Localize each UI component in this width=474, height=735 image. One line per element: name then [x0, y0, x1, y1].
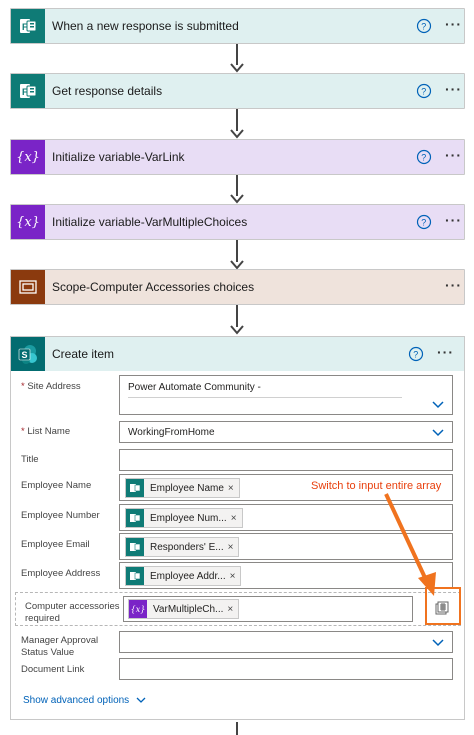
flow-step-get-response[interactable]: F Get response details ? ··· [10, 73, 465, 109]
connector-arrow [230, 129, 244, 139]
connector-line [236, 240, 238, 262]
show-advanced-options-link[interactable]: Show advanced options [23, 695, 146, 706]
manager-approval-label: Manager Approval Status Value [21, 635, 99, 658]
forms-icon [126, 479, 144, 497]
list-name-label: * List Name [21, 426, 71, 437]
help-icon[interactable]: ? [416, 18, 432, 34]
flow-step-scope[interactable]: Scope-Computer Accessories choices ··· [10, 269, 465, 305]
svg-text:?: ? [421, 87, 426, 97]
employee-email-label: Employee Email [21, 539, 90, 550]
manager-approval-dropdown[interactable] [119, 631, 453, 653]
dynamic-content-token[interactable]: Responders' E... × [125, 537, 240, 557]
connector-arrow [230, 325, 244, 335]
step-title: Initialize variable-VarMultipleChoices [52, 215, 248, 229]
svg-text:?: ? [421, 153, 426, 163]
computer-accessories-input[interactable]: {x} VarMultipleCh... × [123, 596, 413, 622]
connector-line [236, 722, 238, 735]
computer-accessories-label: Computer accessories required [25, 601, 120, 624]
remove-token-icon[interactable]: × [228, 542, 239, 553]
dynamic-content-token[interactable]: {x} VarMultipleCh... × [128, 599, 240, 619]
title-label: Title [21, 454, 39, 465]
variable-icon: {x} [11, 140, 45, 174]
svg-text:?: ? [421, 22, 426, 32]
more-options-button[interactable]: ··· [445, 277, 462, 293]
step-title: When a new response is submitted [52, 19, 239, 33]
variable-icon: {x} [11, 205, 45, 239]
flow-step-trigger[interactable]: F When a new response is submitted ? ··· [10, 8, 465, 44]
chevron-down-icon[interactable] [432, 639, 444, 647]
more-options-button[interactable]: ··· [445, 212, 462, 228]
forms-icon [126, 567, 144, 585]
flow-step-init-varlink[interactable]: {x} Initialize variable-VarLink ? ··· [10, 139, 465, 175]
list-name-value: WorkingFromHome [128, 427, 215, 438]
svg-text:?: ? [413, 350, 418, 360]
help-icon[interactable]: ? [416, 149, 432, 165]
remove-token-icon[interactable]: × [230, 571, 241, 582]
connector-line [236, 305, 238, 327]
connector-line [236, 109, 238, 131]
chevron-down-icon[interactable] [432, 401, 444, 409]
connector-line [236, 174, 238, 196]
annotation-highlight-box [425, 587, 461, 625]
forms-icon: F [11, 9, 45, 43]
document-link-label: Document Link [21, 664, 85, 675]
dynamic-content-token[interactable]: Employee Name × [125, 478, 240, 498]
step-title: Create item [52, 347, 115, 361]
remove-token-icon[interactable]: × [231, 513, 242, 524]
annotation-arrow [384, 493, 436, 596]
list-name-dropdown[interactable]: WorkingFromHome [119, 421, 453, 443]
flow-step-init-varmultiplechoices[interactable]: {x} Initialize variable-VarMultipleChoic… [10, 204, 465, 240]
forms-icon [126, 509, 144, 527]
chevron-down-icon [136, 697, 146, 703]
sharepoint-icon: S [11, 337, 45, 371]
site-address-dropdown[interactable]: Power Automate Community - [119, 375, 453, 415]
employee-name-label: Employee Name [21, 480, 92, 491]
svg-text:?: ? [421, 218, 426, 228]
connector-arrow [230, 63, 244, 73]
connector-line [236, 43, 238, 65]
remove-token-icon[interactable]: × [227, 604, 238, 615]
employee-number-label: Employee Number [21, 510, 100, 521]
scope-icon [11, 270, 45, 304]
dynamic-content-token[interactable]: Employee Num... × [125, 508, 243, 528]
step-title: Get response details [52, 84, 163, 98]
forms-icon [126, 538, 144, 556]
chevron-down-icon[interactable] [432, 429, 444, 437]
employee-address-label: Employee Address [21, 568, 101, 579]
svg-text:F: F [22, 87, 28, 97]
site-address-label: * Site Address [21, 381, 81, 392]
forms-icon: F [11, 74, 45, 108]
more-options-button[interactable]: ··· [445, 81, 462, 97]
more-options-button[interactable]: ··· [445, 147, 462, 163]
document-link-input[interactable] [119, 658, 453, 680]
field-underline [128, 397, 402, 398]
more-options-button[interactable]: ··· [445, 16, 462, 32]
variable-icon: {x} [129, 600, 147, 618]
help-icon[interactable]: ? [416, 83, 432, 99]
step-title: Initialize variable-VarLink [52, 150, 185, 164]
svg-text:S: S [22, 350, 28, 360]
create-item-header[interactable]: S Create item ? ··· [11, 337, 464, 371]
dynamic-content-token[interactable]: Employee Addr... × [125, 566, 242, 586]
connector-arrow [230, 194, 244, 204]
title-input[interactable] [119, 449, 453, 471]
more-options-button[interactable]: ··· [437, 344, 454, 360]
help-icon[interactable]: ? [408, 346, 424, 362]
help-icon[interactable]: ? [416, 214, 432, 230]
site-address-value: Power Automate Community - [128, 382, 261, 393]
step-title: Scope-Computer Accessories choices [52, 280, 255, 294]
svg-text:F: F [22, 22, 28, 32]
remove-token-icon[interactable]: × [228, 483, 239, 494]
